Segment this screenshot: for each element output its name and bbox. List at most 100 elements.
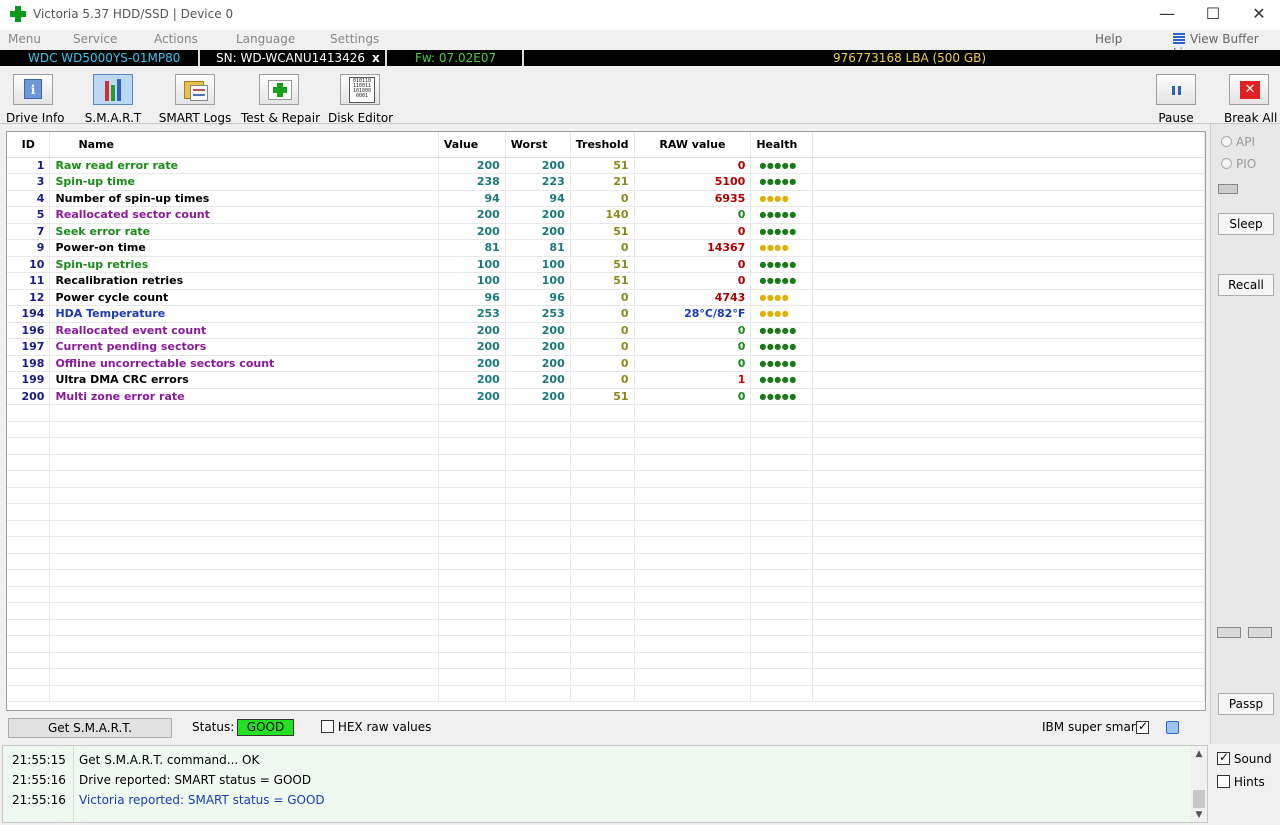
- table-row[interactable]: 1 Raw read error rate 200 200 51 0 ●●●●●: [7, 157, 1205, 174]
- api-label: API: [1236, 135, 1255, 149]
- drive-model: WDC WD5000YS-01MP80: [28, 51, 181, 65]
- filler-cell: [812, 305, 1205, 323]
- drive-info-label: Drive Info: [6, 111, 65, 125]
- empty-cell: [7, 520, 51, 537]
- empty-cell: [750, 503, 814, 521]
- empty-cell: [812, 685, 1205, 702]
- menu-settings[interactable]: Settings: [330, 32, 379, 46]
- scroll-up-icon[interactable]: ▲: [1191, 749, 1207, 759]
- empty-cell: [750, 487, 814, 504]
- attr-id-cell: 10: [7, 256, 51, 273]
- attr-id-cell: 12: [7, 289, 51, 306]
- sound-checkbox[interactable]: Sound: [1217, 750, 1272, 766]
- sleep-button[interactable]: Sleep: [1218, 213, 1274, 235]
- pause-button[interactable]: Pause: [1154, 74, 1198, 125]
- empty-cell: [49, 437, 439, 455]
- small-toggle-left[interactable]: [1217, 627, 1241, 638]
- table-row[interactable]: 11 Recalibration retries 100 100 51 0 ●●●●●: [7, 272, 1205, 290]
- menu-menu[interactable]: Menu: [8, 32, 41, 46]
- port-indicator[interactable]: [1218, 184, 1238, 194]
- empty-cell: [49, 404, 439, 422]
- empty-cell: [505, 602, 571, 620]
- maximize-button[interactable]: ☐: [1190, 0, 1236, 30]
- small-toggle-right[interactable]: [1248, 627, 1272, 638]
- api-radio[interactable]: API: [1221, 135, 1255, 149]
- col-value-header[interactable]: Value: [438, 132, 506, 158]
- hints-checkbox[interactable]: Hints: [1217, 775, 1265, 789]
- clear-serial-button[interactable]: x: [372, 50, 380, 66]
- toolbar: i Drive Info S.M.A.R.T SMART Logs Test &…: [0, 66, 1280, 125]
- attr-value-cell: 81: [438, 239, 506, 257]
- table-row[interactable]: 7 Seek error rate 200 200 51 0 ●●●●●: [7, 223, 1205, 240]
- empty-cell: [7, 668, 51, 686]
- empty-cell: [812, 454, 1205, 471]
- empty-cell: [7, 635, 51, 653]
- attr-name-cell: Offline uncorrectable sectors count: [49, 355, 439, 372]
- table-row[interactable]: 200 Multi zone error rate 200 200 51 0 ●●●●●: [7, 388, 1205, 405]
- table-row[interactable]: 5 Reallocated sector count 200 200 140 0 ●●●●●: [7, 206, 1205, 224]
- col-filler-header: [812, 132, 1205, 158]
- ibm-super-smart-checkbox[interactable]: [1136, 719, 1149, 734]
- minimize-button[interactable]: —: [1144, 0, 1190, 30]
- empty-cell: [505, 586, 571, 603]
- filler-cell: [812, 206, 1205, 224]
- attr-threshold-cell: 0: [570, 239, 635, 257]
- table-row[interactable]: 196 Reallocated event count 200 200 0 0 ●●●●●: [7, 322, 1205, 339]
- attr-threshold-cell: 0: [570, 371, 635, 389]
- empty-cell: [7, 437, 51, 455]
- empty-cell: [570, 536, 635, 554]
- attr-value-cell: 200: [438, 338, 506, 356]
- smart-logs-button[interactable]: SMART Logs: [158, 74, 232, 125]
- menu-actions[interactable]: Actions: [154, 32, 198, 46]
- col-health-header[interactable]: Health: [750, 132, 814, 158]
- menu-help[interactable]: Help: [1095, 32, 1122, 46]
- smart-button[interactable]: S.M.A.R.T: [80, 74, 146, 125]
- col-raw-header[interactable]: RAW value: [634, 132, 752, 158]
- color-swatch-button[interactable]: [1166, 721, 1179, 734]
- empty-cell: [570, 487, 635, 504]
- passp-button[interactable]: Passp: [1218, 693, 1274, 715]
- table-row[interactable]: 9 Power-on time 81 81 0 14367 ●●●●: [7, 239, 1205, 257]
- table-row[interactable]: 198 Offline uncorrectable sectors count 20…: [7, 355, 1205, 372]
- menu-language[interactable]: Language: [236, 32, 295, 46]
- disk-editor-button[interactable]: 010110 110011 101000 0001 Disk Editor: [328, 74, 393, 125]
- col-name-header[interactable]: Name: [49, 132, 439, 158]
- break-all-button[interactable]: ✕ Break All: [1224, 74, 1277, 125]
- empty-table-row: [7, 602, 1205, 620]
- table-row[interactable]: 10 Spin-up retries 100 100 51 0 ●●●●●: [7, 256, 1205, 273]
- table-row[interactable]: 4 Number of spin-up times 94 94 0 6935 ●●●●: [7, 190, 1205, 207]
- table-row[interactable]: 3 Spin-up time 238 223 21 5100 ●●●●●: [7, 173, 1205, 191]
- empty-cell: [505, 685, 571, 702]
- close-button[interactable]: ✕: [1236, 0, 1280, 30]
- table-row[interactable]: 12 Power cycle count 96 96 0 4743 ●●●●: [7, 289, 1205, 306]
- status-badge: GOOD: [237, 719, 294, 736]
- attr-health-cell: ●●●●: [750, 239, 814, 257]
- scroll-down-icon[interactable]: ▼: [1191, 810, 1207, 820]
- menu-service[interactable]: Service: [73, 32, 117, 46]
- attr-name-cell: Current pending sectors: [49, 338, 439, 356]
- recall-button[interactable]: Recall: [1218, 274, 1274, 296]
- attr-name-cell: Number of spin-up times: [49, 190, 439, 207]
- empty-cell: [7, 421, 51, 438]
- empty-cell: [7, 470, 51, 488]
- table-row[interactable]: 194 HDA Temperature 253 253 0 28°C/82°F ●●●●: [7, 305, 1205, 323]
- empty-cell: [634, 470, 752, 488]
- empty-cell: [812, 421, 1205, 438]
- table-row[interactable]: 197 Current pending sectors 200 200 0 0 ●●●●●: [7, 338, 1205, 356]
- table-row[interactable]: 199 Ultra DMA CRC errors 200 200 0 1 ●●●●●: [7, 371, 1205, 389]
- empty-cell: [49, 470, 439, 488]
- get-smart-button[interactable]: Get S.M.A.R.T.: [8, 718, 172, 738]
- empty-cell: [634, 520, 752, 537]
- log-scrollbar[interactable]: ▲ ▼: [1191, 746, 1207, 822]
- drive-info-button[interactable]: i Drive Info: [6, 74, 65, 125]
- col-worst-header[interactable]: Worst: [505, 132, 571, 158]
- filler-cell: [812, 239, 1205, 257]
- pio-radio[interactable]: PIO: [1221, 157, 1256, 171]
- empty-cell: [570, 668, 635, 686]
- col-threshold-header[interactable]: Treshold: [570, 132, 635, 158]
- test-repair-button[interactable]: Test & Repair: [241, 74, 320, 125]
- scroll-thumb[interactable]: [1193, 790, 1205, 808]
- empty-cell: [505, 437, 571, 455]
- hex-raw-checkbox[interactable]: HEX raw values: [321, 720, 431, 734]
- col-id-header[interactable]: ID: [7, 132, 51, 158]
